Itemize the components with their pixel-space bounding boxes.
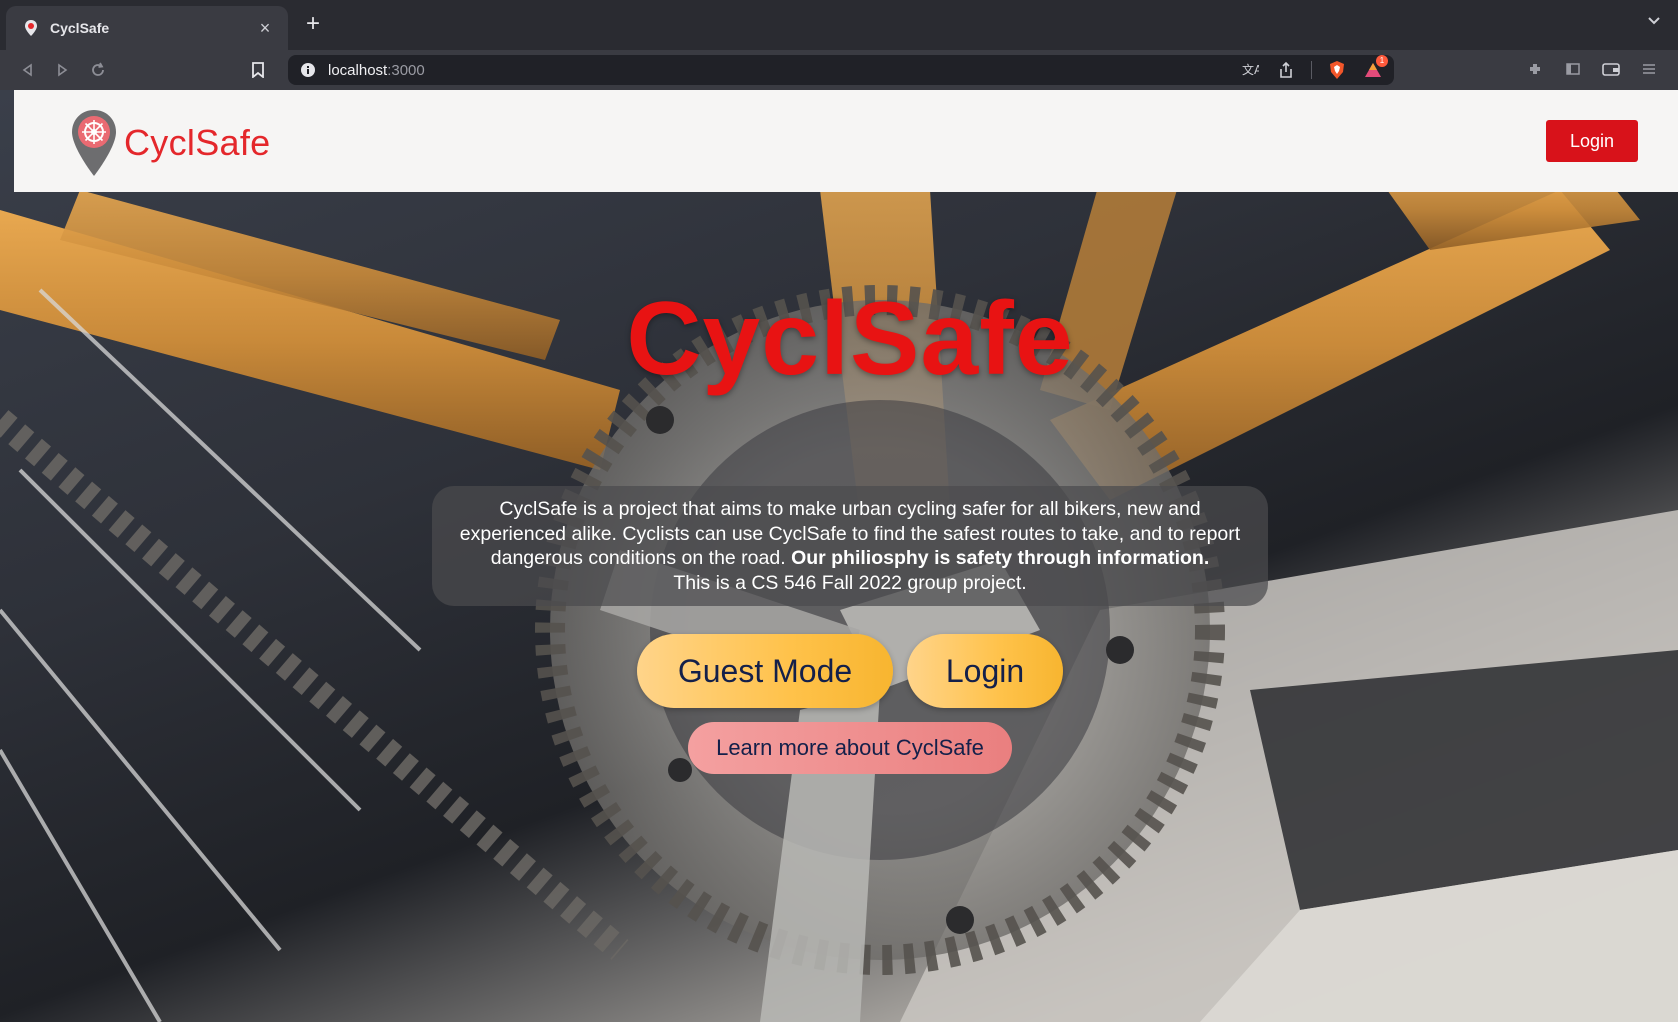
- guest-mode-button[interactable]: Guest Mode: [637, 634, 893, 708]
- site-logo[interactable]: CyclSafe: [70, 108, 270, 178]
- forward-icon[interactable]: [50, 58, 74, 82]
- browser-tab-bar: CyclSafe × +: [0, 0, 1678, 50]
- map-pin-logo-icon: [72, 110, 116, 176]
- svg-text:文A: 文A: [1242, 62, 1259, 77]
- brave-shield-icon[interactable]: [1326, 59, 1348, 81]
- description-course-note: This is a CS 546 Fall 2022 group project…: [673, 571, 1027, 594]
- back-icon[interactable]: [16, 58, 40, 82]
- extensions-icon[interactable]: [1524, 58, 1546, 80]
- url-port: :3000: [387, 61, 425, 79]
- tab-title: CyclSafe: [50, 20, 110, 36]
- sidebar-toggle-icon[interactable]: [1562, 58, 1584, 80]
- header-login-button[interactable]: Login: [1546, 120, 1638, 162]
- login-button[interactable]: Login: [907, 634, 1063, 708]
- browser-toolbar: localhost :3000 文A 1: [0, 50, 1678, 90]
- menu-icon[interactable]: [1638, 58, 1660, 80]
- logo-text: CyclSafe: [124, 122, 271, 163]
- bookmark-icon[interactable]: [246, 58, 270, 82]
- hero-title: CyclSafe: [626, 281, 1074, 397]
- close-tab-icon[interactable]: ×: [254, 17, 276, 39]
- hero-button-group: Guest Mode Login: [0, 634, 1678, 708]
- learn-more-button[interactable]: Learn more about CyclSafe: [688, 722, 1012, 774]
- address-bar[interactable]: localhost :3000 文A 1: [288, 55, 1394, 85]
- toolbar-divider: [1311, 61, 1312, 79]
- url-host: localhost: [328, 61, 388, 79]
- description-philosophy: Our philiosphy is safety through informa…: [791, 547, 1210, 569]
- pin-favicon-icon: [22, 19, 40, 37]
- reload-icon[interactable]: [86, 58, 110, 82]
- new-tab-icon[interactable]: +: [300, 12, 326, 38]
- chevron-down-icon[interactable]: [1644, 14, 1664, 34]
- project-description: CyclSafe is a project that aims to make …: [432, 486, 1268, 606]
- site-info-icon[interactable]: [300, 62, 316, 78]
- site-header: CyclSafe Login: [14, 90, 1678, 192]
- translate-icon[interactable]: 文A: [1239, 59, 1261, 81]
- page-viewport: CyclSafe Login CyclSafe CyclSafe is a pr…: [0, 90, 1678, 1022]
- wallet-icon[interactable]: [1600, 58, 1622, 80]
- brave-rewards-icon[interactable]: 1: [1362, 55, 1388, 81]
- browser-tab-active[interactable]: CyclSafe ×: [6, 6, 288, 50]
- rewards-badge: 1: [1376, 55, 1388, 67]
- share-icon[interactable]: [1275, 59, 1297, 81]
